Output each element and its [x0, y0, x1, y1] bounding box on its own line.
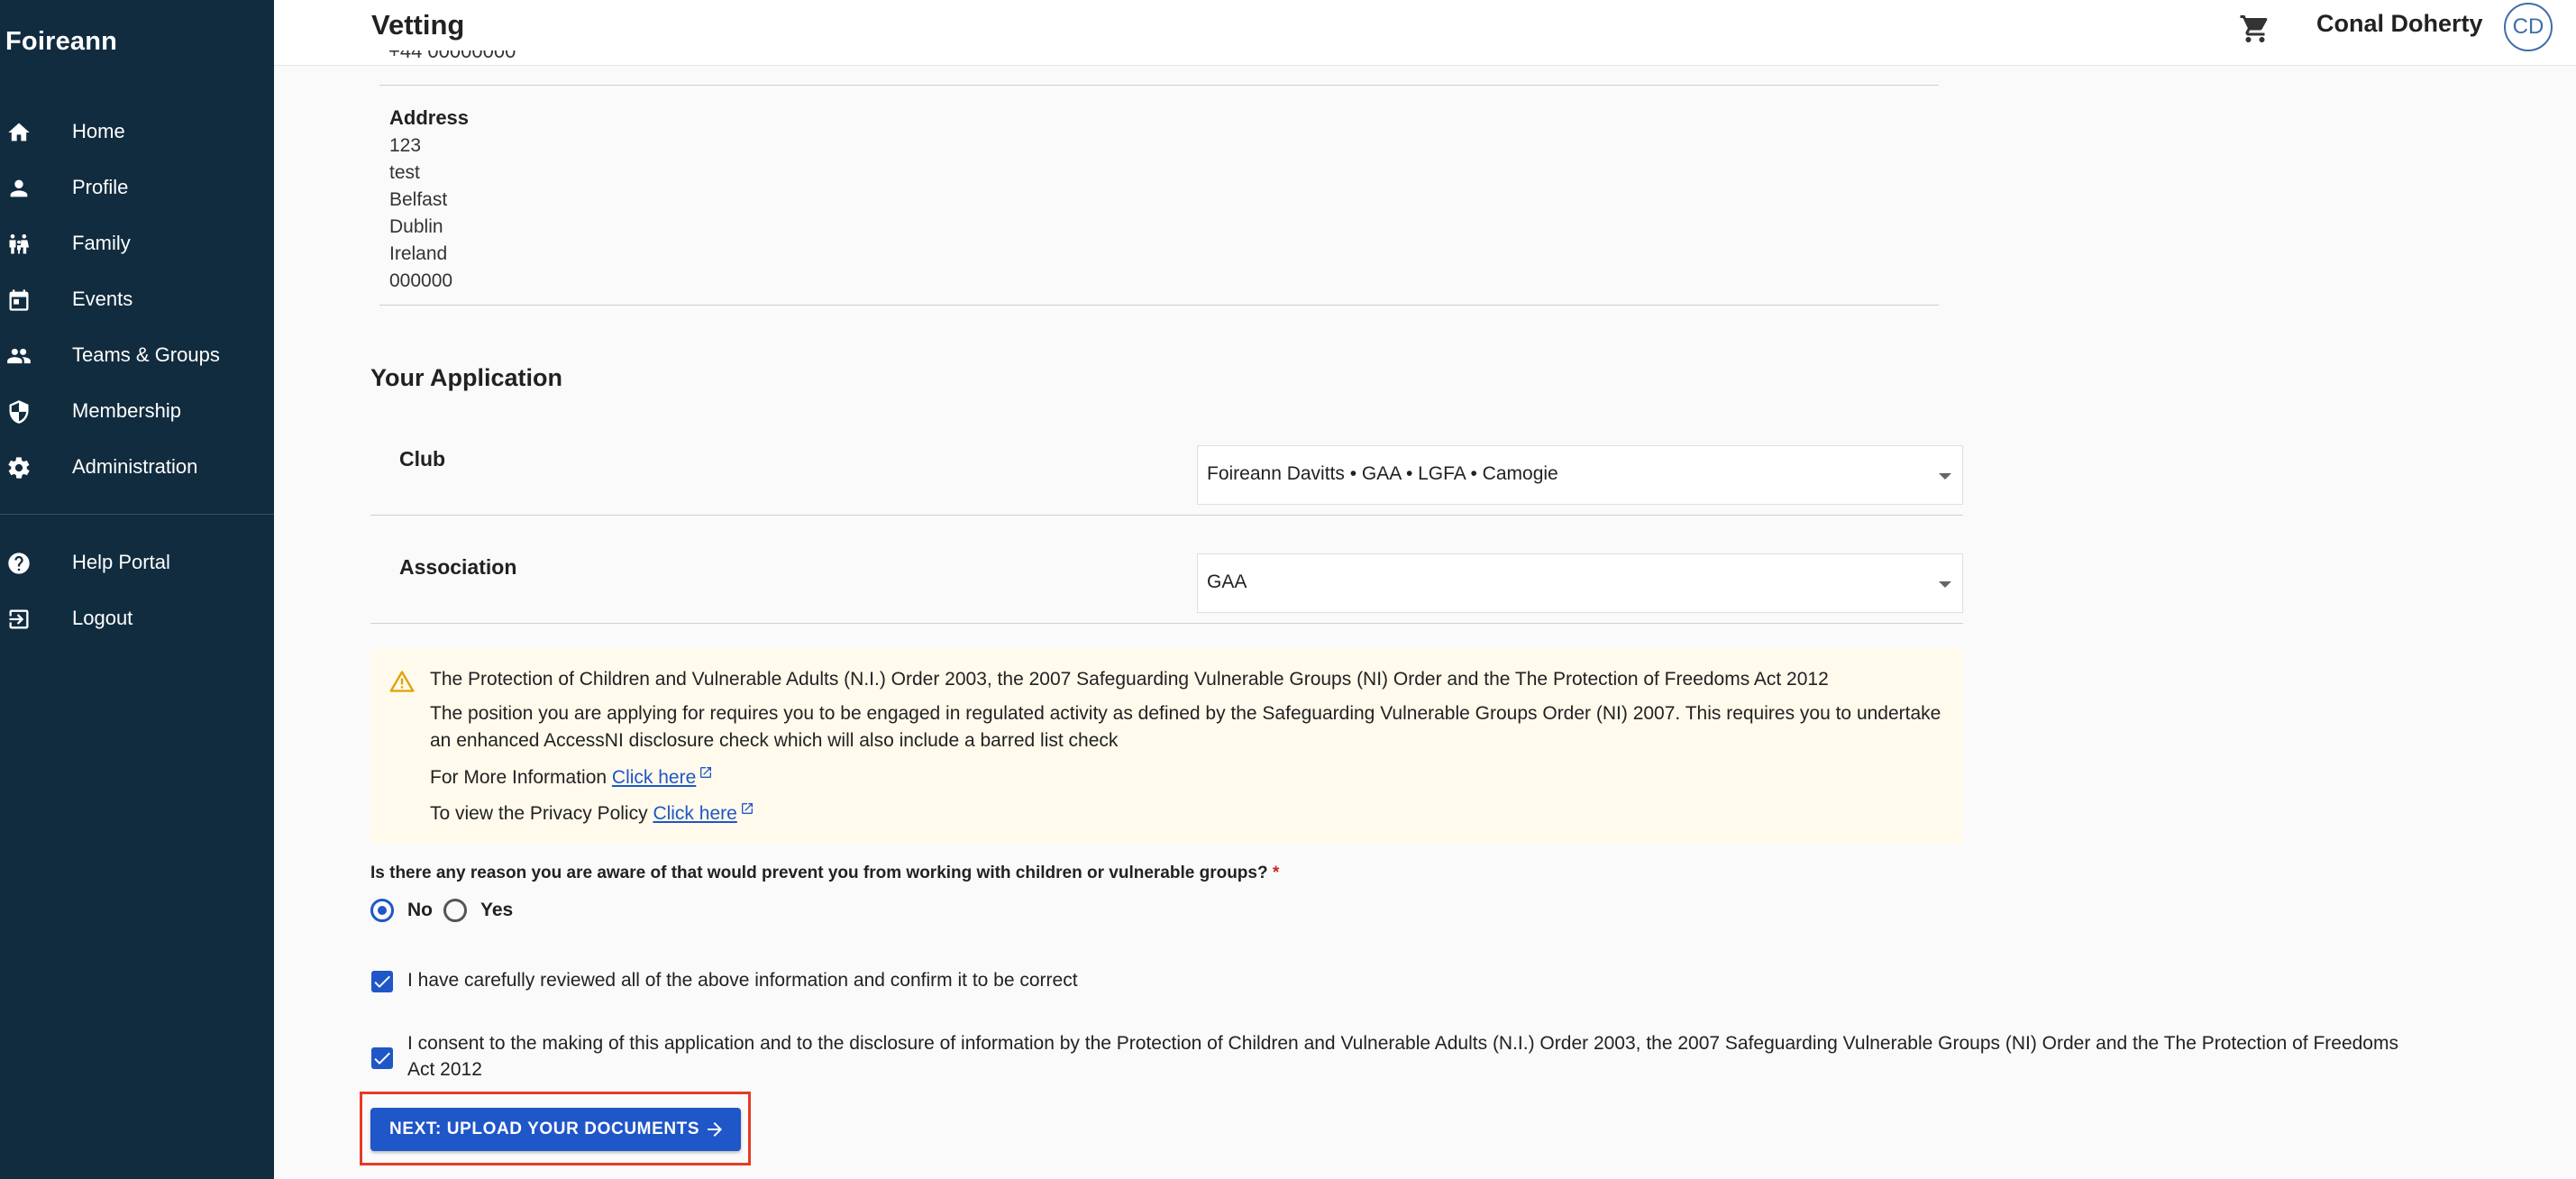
next-button-label: NEXT: UPLOAD YOUR DOCUMENTS: [389, 1120, 700, 1138]
group-icon: [5, 344, 32, 368]
safeguarding-notice: The Protection of Children and Vulnerabl…: [370, 649, 1962, 844]
privacy-policy-link[interactable]: Click here: [653, 803, 736, 824]
chevron-down-icon: [1939, 581, 1951, 588]
consent-checkbox[interactable]: [371, 1047, 393, 1069]
brand-logo[interactable]: Foireann: [5, 27, 117, 57]
address-label: Address: [389, 106, 470, 129]
sidebar-item-label: Family: [72, 232, 131, 254]
sidebar-item-label: Home: [72, 120, 125, 142]
sidebar-item-family[interactable]: Family: [0, 218, 274, 269]
address-line: Dublin: [389, 216, 443, 237]
sidebar-item-label: Help Portal: [72, 551, 170, 573]
more-info-link[interactable]: Click here: [612, 767, 696, 788]
phone-value-partial: +44 00000000: [388, 50, 516, 62]
logout-icon: [5, 608, 32, 631]
radio-yes-label[interactable]: Yes: [480, 900, 513, 921]
radio-no-label[interactable]: No: [407, 900, 433, 921]
calendar-icon: [5, 288, 32, 312]
address-line: Belfast: [389, 189, 448, 210]
sidebar-item-home[interactable]: Home: [0, 106, 274, 157]
radio-no[interactable]: [370, 899, 394, 922]
warning-icon: [388, 669, 416, 694]
external-link-icon: [699, 763, 713, 778]
cart-icon[interactable]: [2239, 13, 2271, 45]
sidebar-item-label: Events: [72, 288, 133, 310]
divider: [379, 305, 1939, 306]
checkmark-icon: [374, 1052, 390, 1065]
user-name[interactable]: Conal Doherty: [2316, 10, 2483, 38]
external-link-icon: [740, 800, 754, 814]
family-icon: [5, 233, 32, 256]
sidebar-item-label: Administration: [72, 455, 198, 478]
address-line: 123: [389, 135, 422, 156]
privacy-text: To view the Privacy Policy: [430, 803, 648, 824]
section-title-your-application: Your Application: [370, 364, 562, 391]
club-select-value: Foireann Davitts • GAA • LGFA • Camogie: [1207, 463, 1558, 484]
address-line: test: [389, 162, 420, 183]
more-info-line: For More Information Click here: [430, 763, 713, 789]
arrow-right-icon: [704, 1119, 726, 1140]
divider: [379, 85, 1939, 86]
sidebar-item-administration[interactable]: Administration: [0, 442, 274, 492]
sidebar-item-profile[interactable]: Profile: [0, 162, 274, 213]
club-select[interactable]: Foireann Davitts • GAA • LGFA • Camogie: [1197, 445, 1963, 505]
address-line: 000000: [389, 270, 453, 291]
sidebar-item-label: Membership: [72, 399, 182, 422]
sidebar-item-label: Teams & Groups: [72, 343, 220, 366]
club-label: Club: [399, 447, 446, 471]
confirm-correct-label[interactable]: I have carefully reviewed all of the abo…: [407, 970, 1078, 992]
more-info-text: For More Information: [430, 767, 607, 788]
sidebar-divider: [0, 514, 274, 515]
page-title: Vetting: [371, 9, 465, 41]
shield-icon: [5, 400, 32, 424]
association-select[interactable]: GAA: [1197, 553, 1963, 613]
vulnerable-groups-question: Is there any reason you are aware of tha…: [370, 864, 1279, 883]
association-label: Association: [399, 555, 517, 579]
notice-title: The Protection of Children and Vulnerabl…: [430, 669, 1829, 690]
help-icon: [5, 552, 32, 575]
sidebar-item-teams-groups[interactable]: Teams & Groups: [0, 330, 274, 380]
required-mark: *: [1272, 864, 1280, 882]
notice-body: The position you are applying for requir…: [430, 703, 1941, 751]
gear-icon: [5, 456, 32, 480]
sidebar-item-help-portal[interactable]: Help Portal: [0, 537, 274, 588]
radio-yes[interactable]: [443, 899, 467, 922]
address-line: Ireland: [389, 243, 448, 264]
sidebar-item-events[interactable]: Events: [0, 274, 274, 324]
next-upload-documents-button[interactable]: NEXT: UPLOAD YOUR DOCUMENTS: [370, 1108, 741, 1151]
sidebar-item-label: Profile: [72, 176, 129, 198]
sidebar-item-membership[interactable]: Membership: [0, 386, 274, 436]
divider: [370, 623, 1963, 624]
sidebar-item-label: Logout: [72, 607, 133, 629]
top-header: Vetting Conal Doherty CD: [274, 0, 2576, 66]
privacy-line: To view the Privacy Policy Click here: [430, 800, 754, 825]
person-icon: [5, 177, 32, 200]
confirm-correct-checkbox[interactable]: [371, 971, 393, 992]
consent-label[interactable]: I consent to the making of this applicat…: [407, 1030, 2426, 1083]
sidebar: Foireann Home Profile Family Events Team…: [0, 0, 274, 1179]
home-icon: [5, 121, 32, 144]
association-select-value: GAA: [1207, 571, 1247, 592]
avatar[interactable]: CD: [2504, 3, 2553, 51]
divider: [370, 515, 1963, 516]
sidebar-item-logout[interactable]: Logout: [0, 593, 274, 644]
chevron-down-icon: [1939, 473, 1951, 480]
question-text: Is there any reason you are aware of tha…: [370, 864, 1268, 882]
checkmark-icon: [374, 975, 390, 988]
